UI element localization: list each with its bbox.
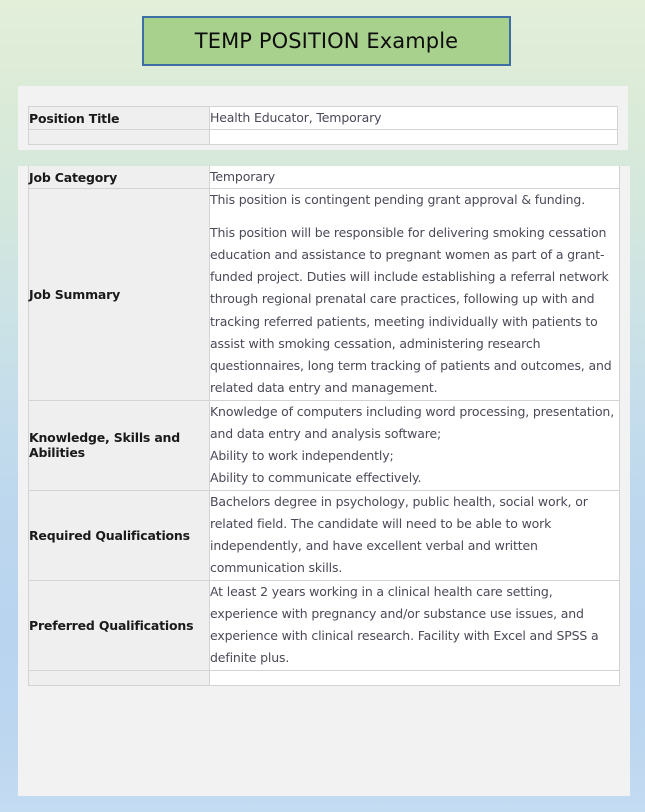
ksa-line-1: Knowledge of computers including word pr…	[210, 403, 615, 441]
table-row: Position Title Health Educator, Temporar…	[28, 105, 618, 131]
clipped-value-cell	[209, 669, 620, 686]
field-label-required-qualifications: Required Qualifications	[28, 489, 210, 581]
field-value-required-qualifications: Bachelors degree in psychology, public h…	[209, 489, 620, 581]
table-row: Knowledge, Skills and Abilities Knowledg…	[28, 399, 620, 491]
field-label-job-category: Job Category	[28, 166, 210, 190]
field-value-preferred-qualifications: At least 2 years working in a clinical h…	[209, 579, 620, 671]
main-form-panel: Job Category Temporary Job Summary This …	[18, 166, 630, 796]
field-label-knowledge-skills-abilities: Knowledge, Skills and Abilities	[28, 399, 210, 491]
clipped-value-cell	[209, 129, 618, 146]
table-row: Job Category Temporary	[28, 166, 620, 190]
ksa-line-3: Ability to communicate effectively.	[210, 470, 422, 486]
clipped-label-cell	[28, 129, 210, 146]
field-value-job-summary: This position is contingent pending gran…	[209, 188, 620, 401]
table-row: Job Summary This position is contingent …	[28, 188, 620, 401]
job-summary-paragraph-1: This position is contingent pending gran…	[210, 192, 586, 208]
table-row-clipped-bottom	[28, 669, 620, 686]
ksa-line-2: Ability to work independently;	[210, 448, 394, 463]
table-row: Preferred Qualifications At least 2 year…	[28, 579, 620, 671]
field-value-position-title: Health Educator, Temporary	[209, 105, 618, 131]
table-row-clipped	[28, 129, 618, 146]
position-title-table: Position Title Health Educator, Temporar…	[28, 105, 618, 146]
clipped-label-cell	[28, 669, 210, 686]
field-value-knowledge-skills-abilities: Knowledge of computers including word pr…	[209, 399, 620, 491]
field-label-position-title: Position Title	[28, 105, 210, 131]
field-label-job-summary: Job Summary	[28, 188, 210, 401]
top-form-panel: Position Title Health Educator, Temporar…	[18, 86, 628, 150]
field-value-job-category: Temporary	[209, 166, 620, 190]
job-summary-paragraph-2: This position will be responsible for de…	[210, 224, 612, 396]
slide-title-banner: TEMP POSITION Example	[142, 16, 511, 66]
page-title: TEMP POSITION Example	[194, 29, 459, 53]
field-label-preferred-qualifications: Preferred Qualifications	[28, 579, 210, 671]
table-row: Required Qualifications Bachelors degree…	[28, 489, 620, 581]
job-posting-table: Job Category Temporary Job Summary This …	[28, 166, 620, 686]
